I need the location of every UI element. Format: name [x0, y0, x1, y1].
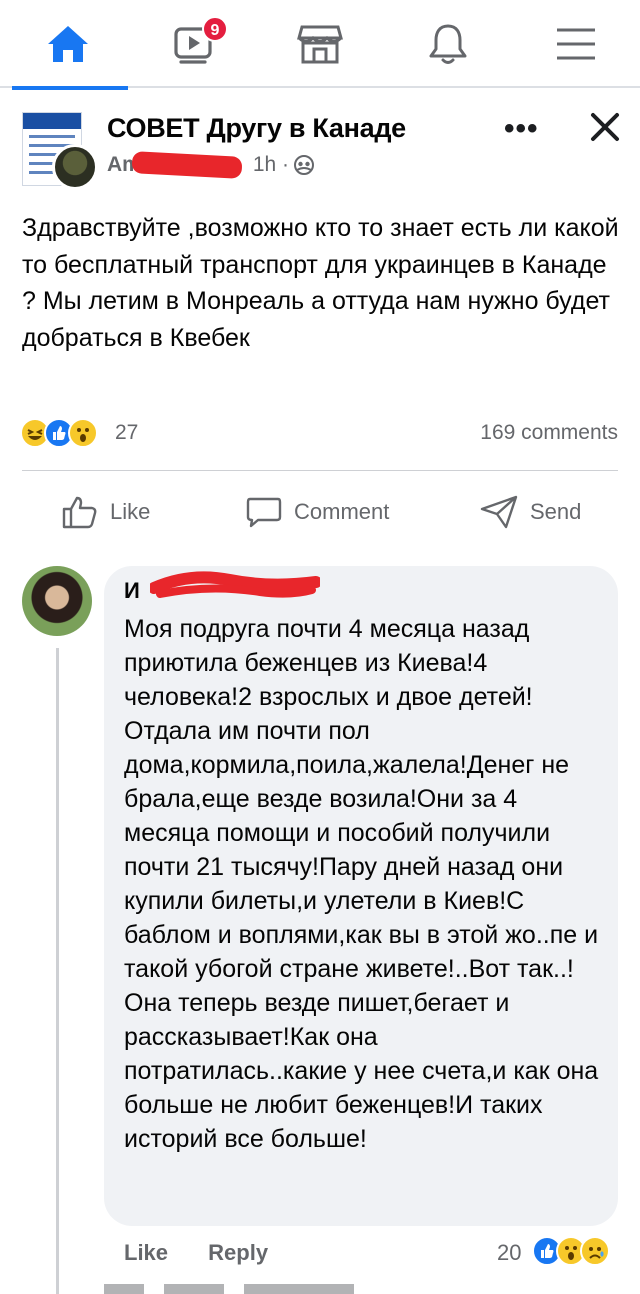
- like-label: Like: [110, 499, 151, 524]
- redaction-mark: [150, 571, 320, 598]
- bell-icon: [429, 24, 467, 64]
- thumbs-up-icon: [62, 496, 97, 529]
- post-time[interactable]: 1h ·: [253, 153, 289, 177]
- commenter-name[interactable]: И: [124, 578, 140, 604]
- close-icon[interactable]: [588, 110, 622, 144]
- top-navigation: 9: [0, 0, 640, 90]
- comment-actions: Like Reply: [124, 1240, 302, 1266]
- post-text: Здравствуйте ,возможно кто то знает есть…: [22, 214, 619, 352]
- notification-badge: 9: [202, 16, 228, 42]
- nav-menu[interactable]: [514, 0, 638, 88]
- comment-reply-button[interactable]: Reply: [208, 1240, 268, 1265]
- send-icon: [480, 495, 518, 529]
- comment-icon: [246, 497, 282, 528]
- sad-reaction-icon: [580, 1236, 610, 1266]
- like-button[interactable]: Like: [62, 492, 150, 532]
- marketplace-icon: [297, 25, 343, 64]
- comment-like-button[interactable]: Like: [124, 1240, 168, 1265]
- comment-text: Моя подруга почти 4 месяца назад приютил…: [124, 615, 599, 1153]
- nav-notifications[interactable]: [386, 0, 510, 88]
- menu-icon: [557, 28, 595, 60]
- more-options-icon[interactable]: •••: [504, 112, 539, 146]
- comments-count[interactable]: 169 comments: [480, 421, 618, 445]
- nav-home[interactable]: [6, 0, 130, 90]
- wow-reaction-icon: [68, 418, 98, 448]
- post-reactions[interactable]: [20, 418, 98, 448]
- comment-reactions[interactable]: [532, 1236, 610, 1266]
- send-button[interactable]: Send: [480, 492, 581, 532]
- group-name[interactable]: СОВЕТ Другу в Канаде: [107, 113, 406, 144]
- commenter-avatar[interactable]: [22, 566, 92, 636]
- thread-line: [56, 648, 59, 1294]
- reaction-count[interactable]: 27: [115, 421, 138, 445]
- divider: [22, 470, 618, 471]
- group-audience-icon: [294, 155, 315, 175]
- nav-video[interactable]: 9: [134, 0, 258, 88]
- send-label: Send: [530, 499, 582, 524]
- view-more-replies[interactable]: [104, 1284, 354, 1294]
- comment-button[interactable]: Comment: [246, 492, 389, 532]
- author-avatar[interactable]: [52, 144, 98, 190]
- comment-reaction-count[interactable]: 20: [497, 1240, 521, 1266]
- home-icon: [48, 26, 88, 62]
- nav-marketplace[interactable]: [258, 0, 382, 88]
- comment-label: Comment: [294, 499, 390, 524]
